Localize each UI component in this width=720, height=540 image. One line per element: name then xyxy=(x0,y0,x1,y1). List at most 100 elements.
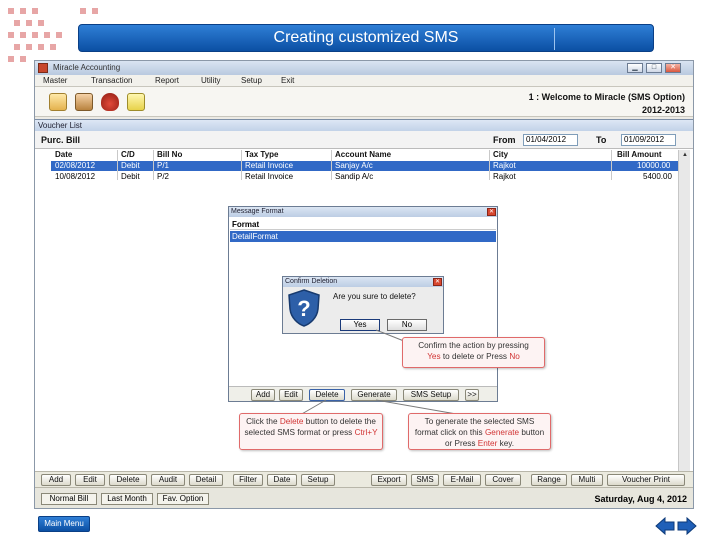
menu-master[interactable]: Master xyxy=(43,76,67,85)
column-account-name[interactable]: Account Name xyxy=(335,150,391,159)
table-row[interactable]: 10/08/2012 Debit P/2 Retail Invoice Sand… xyxy=(51,172,687,182)
callout-confirm-text: Confirm the action by pressing xyxy=(418,341,529,350)
cell-city: Rajkot xyxy=(493,172,516,181)
status-bar: Normal Bill Last Month Fav. Option Satur… xyxy=(35,487,693,508)
close-button[interactable]: ✕ xyxy=(665,63,681,73)
scroll-up-icon[interactable]: ▲ xyxy=(680,150,690,160)
column-divider xyxy=(117,150,118,180)
column-city[interactable]: City xyxy=(493,150,508,159)
previous-arrow-icon[interactable] xyxy=(655,516,675,536)
menu-transaction[interactable]: Transaction xyxy=(91,76,133,85)
callout-delete-shortcut: Ctrl+Y xyxy=(354,428,378,437)
table-row[interactable]: 02/08/2012 Debit P/1 Retail Invoice Sanj… xyxy=(51,161,687,171)
maximize-button[interactable]: □ xyxy=(646,63,662,73)
cell-cd: Debit xyxy=(121,161,140,170)
new-document-icon[interactable] xyxy=(49,93,67,111)
yes-button[interactable]: Yes xyxy=(340,319,380,331)
date-button[interactable]: Date xyxy=(267,474,297,486)
column-bill-no[interactable]: Bill No xyxy=(157,150,182,159)
minimize-button[interactable]: ▁ xyxy=(627,63,643,73)
export-button[interactable]: Export xyxy=(371,474,407,486)
welcome-line-year: 2012-2013 xyxy=(641,105,685,115)
setup-button[interactable]: Setup xyxy=(301,474,335,486)
question-shield-icon: ? xyxy=(288,289,320,327)
tab-fav-option[interactable]: Fav. Option xyxy=(157,493,209,505)
sms-button[interactable]: SMS xyxy=(411,474,439,486)
column-tax-type[interactable]: Tax Type xyxy=(245,150,279,159)
edit-button[interactable]: Edit xyxy=(75,474,105,486)
format-generate-button[interactable]: Generate xyxy=(351,389,397,401)
callout-generate-enter: Enter xyxy=(477,439,498,448)
tab-last-month[interactable]: Last Month xyxy=(101,493,153,505)
voucher-list-title: Voucher List xyxy=(35,120,693,131)
window-titlebar: Miracle Accounting ▁ □ ✕ xyxy=(35,61,693,75)
decorative-dot xyxy=(50,44,56,50)
close-icon[interactable]: ✕ xyxy=(487,208,496,216)
welcome-line-company: 1 : Welcome to Miracle (SMS Option) xyxy=(528,92,685,102)
page-title: Creating customized SMS xyxy=(273,29,459,46)
filter-bar: Purc. Bill From 01/04/2012 To 01/09/2012 xyxy=(35,131,693,149)
audit-button[interactable]: Audit xyxy=(151,474,185,486)
column-divider xyxy=(241,150,242,180)
range-button[interactable]: Range xyxy=(531,474,567,486)
sms-setup-button[interactable]: SMS Setup xyxy=(403,389,459,401)
from-date-input[interactable]: 01/04/2012 xyxy=(523,134,578,146)
email-button[interactable]: E-Mail xyxy=(443,474,481,486)
vertical-scrollbar[interactable]: ▲ ▼ xyxy=(678,150,690,481)
decorative-dot xyxy=(14,20,20,26)
column-date[interactable]: Date xyxy=(55,150,72,159)
detail-button[interactable]: Detail xyxy=(189,474,223,486)
grid-header: Date C/D Bill No Tax Type Account Name C… xyxy=(51,150,687,160)
column-cd[interactable]: C/D xyxy=(121,150,135,159)
tools-icon[interactable] xyxy=(75,93,93,111)
multi-button[interactable]: Multi xyxy=(571,474,603,486)
format-column-header: Format xyxy=(230,219,496,230)
format-delete-button[interactable]: Delete xyxy=(309,389,345,401)
list-item[interactable]: DetailFormat xyxy=(230,231,496,242)
voucher-type-label: Purc. Bill xyxy=(41,135,81,145)
delete-button[interactable]: Delete xyxy=(109,474,147,486)
add-button[interactable]: Add xyxy=(41,474,71,486)
decorative-dot xyxy=(44,32,50,38)
menu-utility[interactable]: Utility xyxy=(201,76,221,85)
cell-account-name: Sanjay A/c xyxy=(335,161,373,170)
format-add-button[interactable]: Add xyxy=(251,389,275,401)
menu-exit[interactable]: Exit xyxy=(281,76,294,85)
main-menu-button[interactable]: Main Menu xyxy=(38,516,90,532)
filter-button[interactable]: Filter xyxy=(233,474,263,486)
tab-normal-bill[interactable]: Normal Bill xyxy=(41,493,97,505)
cover-button[interactable]: Cover xyxy=(485,474,521,486)
menu-bar: Master Transaction Report Utility Setup … xyxy=(35,75,693,87)
callout-delete: Click the Delete button to delete the se… xyxy=(239,413,383,450)
decorative-dot xyxy=(20,32,26,38)
to-date-input[interactable]: 01/09/2012 xyxy=(621,134,676,146)
cell-date: 10/08/2012 xyxy=(55,172,96,181)
money-bag-icon[interactable] xyxy=(101,93,119,111)
cell-account-name: Sandip A/c xyxy=(335,172,374,181)
decorative-dot xyxy=(26,44,32,50)
column-bill-amount[interactable]: Bill Amount xyxy=(617,150,662,159)
welcome-text: 1 : Welcome to Miracle (SMS Option) 2012… xyxy=(529,91,685,117)
format-edit-button[interactable]: Edit xyxy=(279,389,303,401)
decorative-dot xyxy=(92,8,98,14)
more-button[interactable]: >> xyxy=(465,389,479,401)
callout-delete-key: Delete xyxy=(279,417,304,426)
notepad-icon[interactable] xyxy=(127,93,145,111)
voucher-print-button[interactable]: Voucher Print xyxy=(607,474,685,486)
no-button[interactable]: No xyxy=(387,319,427,331)
cell-cd: Debit xyxy=(121,172,140,181)
close-icon[interactable]: ✕ xyxy=(433,278,442,286)
next-arrow-icon[interactable] xyxy=(677,516,697,536)
callout-confirm: Confirm the action by pressing Yes to de… xyxy=(402,337,545,368)
menu-setup[interactable]: Setup xyxy=(241,76,262,85)
callout-confirm-no: No xyxy=(509,352,520,361)
message-format-buttons: Add Edit Delete Generate SMS Setup >> xyxy=(229,386,497,401)
decorative-dot xyxy=(8,56,14,62)
column-divider xyxy=(489,150,490,180)
callout-generate-post: key. xyxy=(499,439,515,448)
decorative-dot xyxy=(56,32,62,38)
menu-report[interactable]: Report xyxy=(155,76,179,85)
decorative-dot xyxy=(32,32,38,38)
banner-divider xyxy=(554,28,555,50)
column-divider xyxy=(611,150,612,180)
